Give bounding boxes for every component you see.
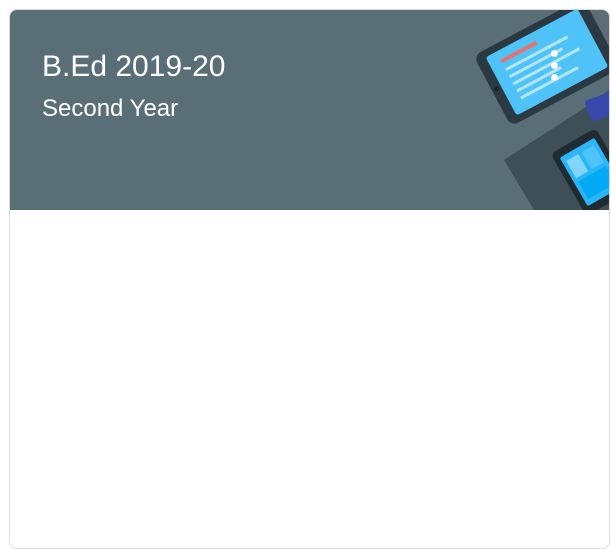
class-card-header[interactable]: B.Ed 2019-20 Second Year: [10, 10, 609, 210]
more-options-button[interactable]: [538, 46, 570, 86]
class-card: B.Ed 2019-20 Second Year: [9, 9, 610, 549]
class-section: Second Year: [42, 95, 179, 122]
class-title[interactable]: B.Ed 2019-20: [42, 49, 225, 85]
class-card-body: [10, 210, 609, 548]
tablet-devices-illustration: [476, 10, 609, 210]
